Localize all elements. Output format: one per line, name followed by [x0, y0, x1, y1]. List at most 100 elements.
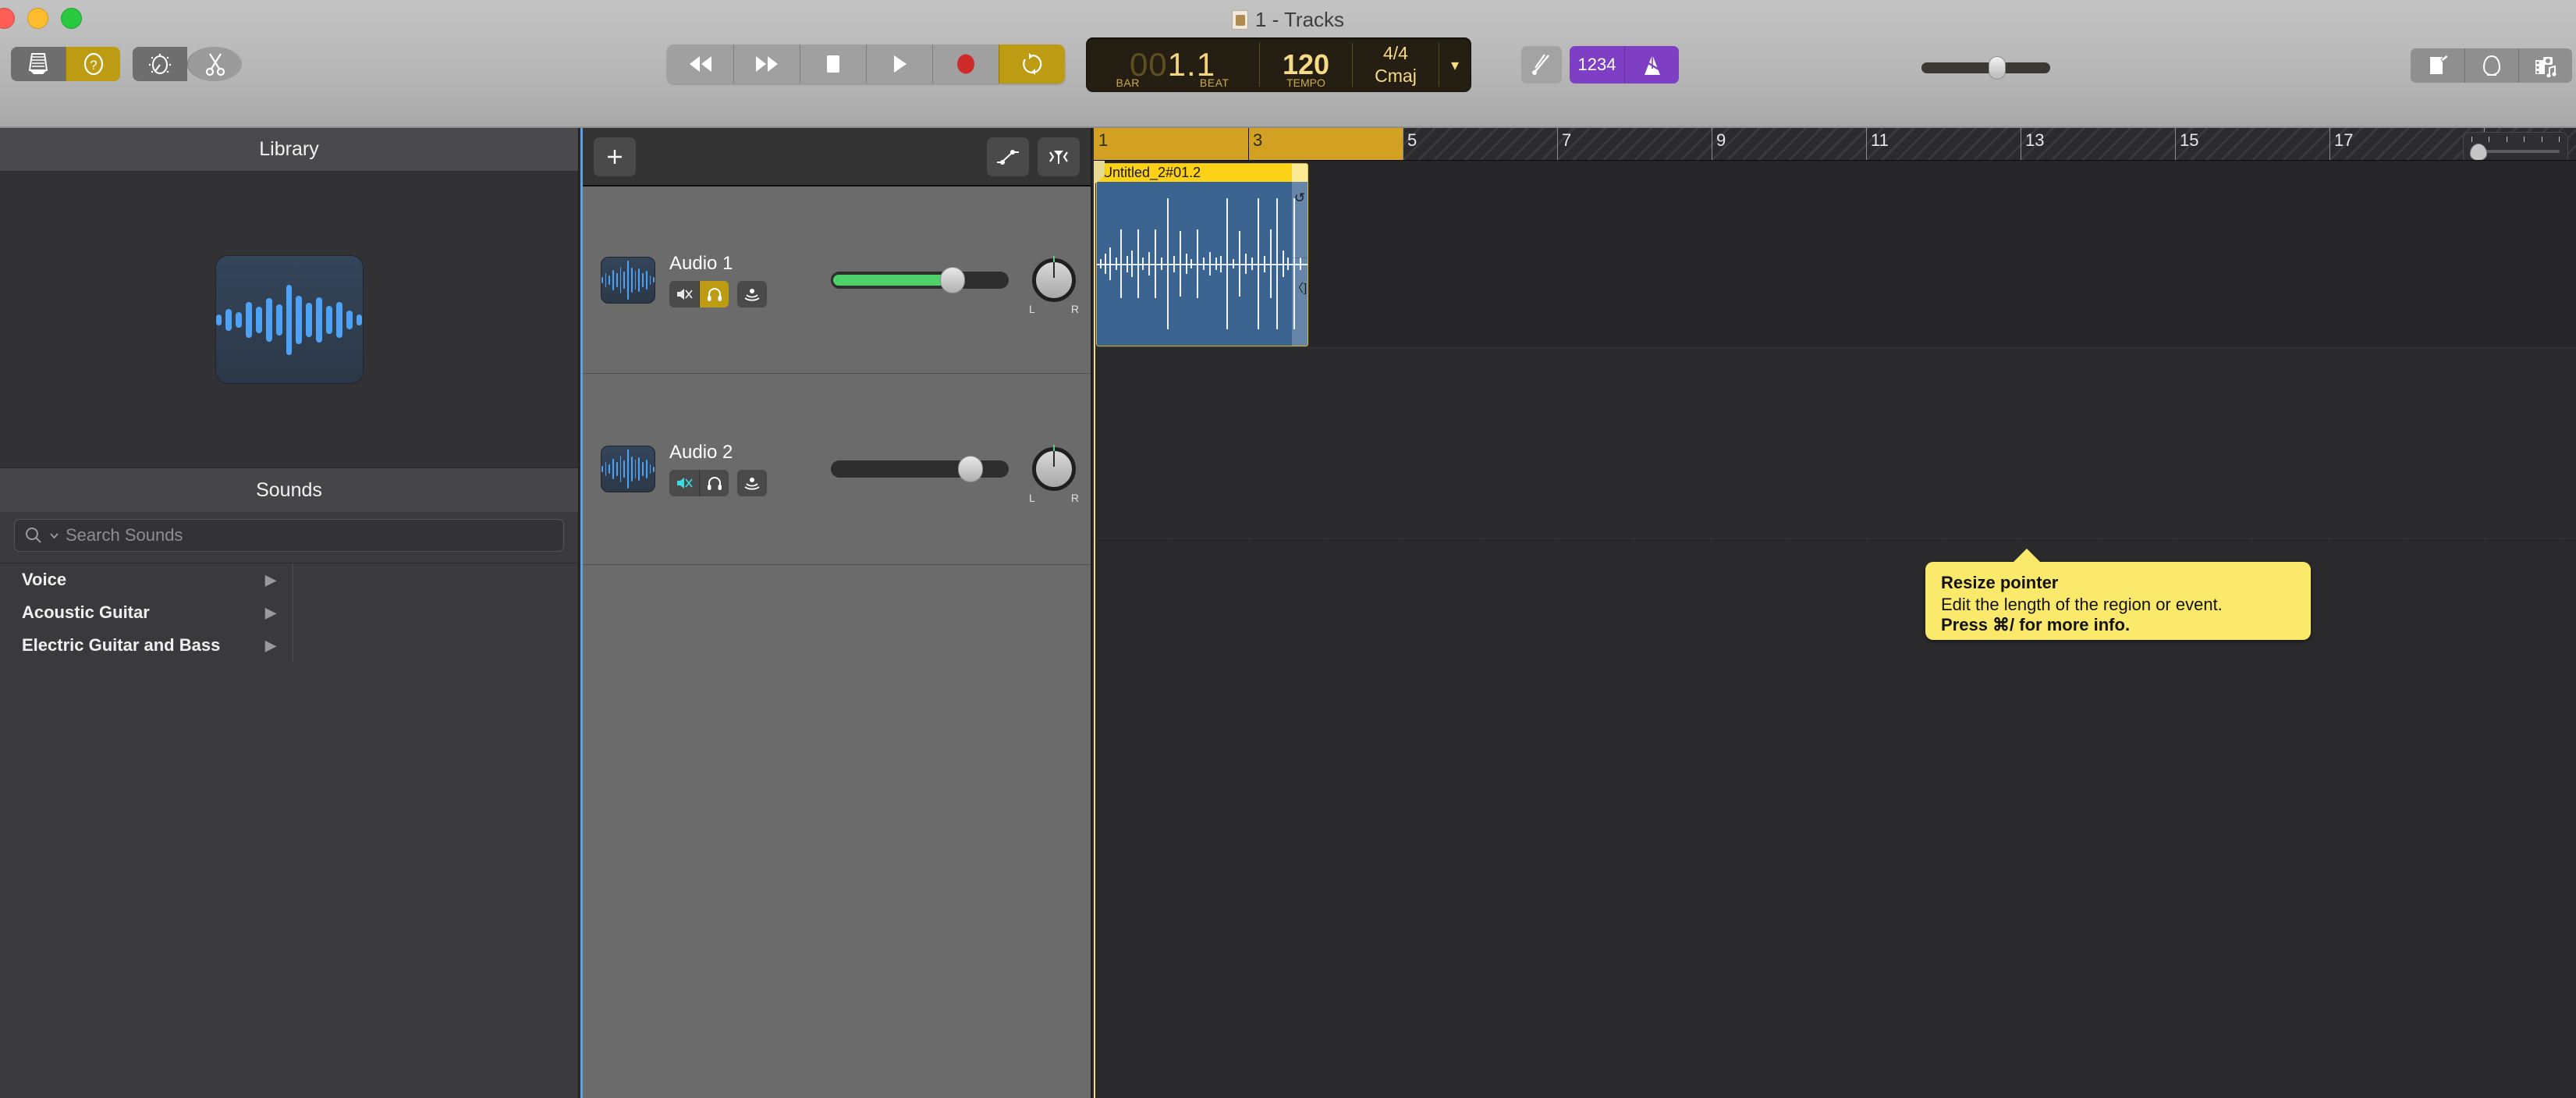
bar-number-label: 7	[1562, 130, 1572, 150]
lcd-tempo[interactable]: 120 TEMPO	[1260, 37, 1352, 92]
master-level-slider[interactable]	[1921, 56, 2050, 80]
lcd-bar-label: BAR	[1116, 76, 1140, 89]
stop-icon	[827, 55, 839, 73]
lcd-time-signature: 4/4	[1383, 43, 1408, 64]
search-sounds-box[interactable]	[14, 519, 564, 552]
count-in-button[interactable]: 1234	[1570, 46, 1624, 84]
lcd-display[interactable]: 00 1 . 1 BAR BEAT 120 TEMPO 4/4 Cmaj ▾	[1086, 37, 1471, 92]
mute-solo-pair	[669, 280, 729, 307]
volume-knob[interactable]	[958, 456, 983, 482]
automation-button[interactable]	[987, 137, 1029, 176]
pan-knob-indicator	[1053, 450, 1055, 467]
library-button[interactable]	[11, 47, 66, 81]
pan-knob-indicator	[1053, 260, 1055, 278]
sidebar-item-voice[interactable]: Voice ▶	[0, 563, 578, 596]
library-title: Library	[0, 128, 578, 172]
pan-right-label: R	[1070, 302, 1079, 315]
cycle-loop-icon	[1023, 53, 1042, 75]
lcd-chevron-down-icon[interactable]: ▾	[1439, 37, 1471, 92]
bar-line	[1557, 128, 1558, 160]
lcd-position[interactable]: 00 1 . 1 BAR BEAT	[1086, 37, 1259, 92]
window-title: 1 - Tracks	[0, 8, 2576, 32]
play-button[interactable]	[866, 44, 932, 84]
pan-right-label: R	[1070, 492, 1079, 504]
add-track-button[interactable]	[594, 137, 636, 176]
lcd-signature-key[interactable]: 4/4 Cmaj	[1353, 37, 1439, 92]
track-header-toolbar-right	[987, 137, 1080, 176]
resize-handle-icon[interactable]: 〈]〉	[1292, 279, 1308, 296]
pan-knob-audio-1[interactable]: L R	[1029, 255, 1079, 315]
cycle-button[interactable]	[999, 44, 1065, 84]
lcd-key-signature: Cmaj	[1375, 66, 1417, 86]
track-header-audio-2[interactable]: Audio 2 L R	[583, 374, 1091, 565]
record-button[interactable]	[932, 44, 999, 84]
region-name-label[interactable]: Untitled_2#01.2	[1097, 164, 1308, 182]
sidebar-item-electric-guitar-and-bass[interactable]: Electric Guitar and Bass ▶	[0, 629, 578, 662]
flex-time-button[interactable]	[1038, 137, 1080, 176]
smart-controls-button[interactable]	[133, 47, 187, 81]
bar-number-label: 3	[1253, 130, 1263, 150]
stop-button[interactable]	[800, 44, 866, 84]
scissors-button[interactable]	[187, 47, 242, 81]
lane-audio-1[interactable]: Untitled_2#01.2 ↺ 〈]	[1094, 161, 2576, 348]
chevron-down-icon[interactable]	[49, 531, 59, 541]
track-buttons	[669, 280, 821, 307]
quick-help-button[interactable]: ?	[66, 47, 120, 81]
waveform-zoom-ticks	[2471, 137, 2560, 142]
volume-knob[interactable]	[940, 266, 965, 293]
library-icon	[28, 53, 48, 74]
pan-knob-audio-2[interactable]: L R	[1029, 445, 1079, 504]
lane-audio-2[interactable]	[1094, 348, 2576, 539]
resize-pointer-tooltip: Resize pointer Edit the length of the re…	[1925, 549, 2311, 640]
garageband-window: 1 - Tracks ? 00 1 . 1 BAR BEAT 120 TEMPO…	[0, 0, 2576, 1098]
notes-button[interactable]	[2411, 48, 2464, 83]
mute-button[interactable]	[669, 470, 699, 496]
volume-slider-audio-2[interactable]	[831, 456, 1009, 482]
tracks-workspace: Audio 1 L R Audio 2 L R 1 3 5 7 9 11 13 …	[580, 128, 2576, 1098]
library-sidebar: Library Sounds Search Sounds Voice ▶ Aco…	[0, 128, 579, 1098]
region-resize-edge[interactable]: ↺ 〈]〉	[1292, 164, 1308, 346]
record-icon	[957, 54, 974, 74]
window-title-text: 1 - Tracks	[1254, 8, 1345, 31]
audio-region[interactable]: Untitled_2#01.2 ↺ 〈]	[1096, 163, 1308, 346]
loop-icon[interactable]: ↺	[1292, 190, 1308, 206]
record-enable-icon	[744, 478, 760, 490]
track-buttons	[669, 470, 821, 496]
search-sounds-input[interactable]	[66, 525, 554, 545]
waveform-zoom-slider[interactable]	[2463, 132, 2568, 160]
track-name-label[interactable]: Audio 1	[669, 253, 821, 275]
empty-lane-area[interactable]	[1094, 540, 2576, 1098]
bar-ruler[interactable]: 1 3 5 7 9 11 13 15 17 19	[1094, 128, 2576, 161]
media-browser-button[interactable]	[2518, 48, 2572, 83]
solo-button[interactable]	[699, 470, 729, 496]
forward-button[interactable]	[733, 44, 800, 84]
audio-waveform-icon	[601, 256, 655, 304]
pan-left-label: L	[1029, 492, 1035, 504]
tuner-button[interactable]	[1521, 46, 1562, 84]
pan-labels: L R	[1029, 492, 1079, 504]
tooltip-hint: Press ⌘/ for more info.	[1941, 615, 2131, 634]
playhead[interactable]	[1094, 161, 1105, 1098]
track-header-audio-1[interactable]: Audio 1 L R	[583, 187, 1091, 374]
loop-browser-button[interactable]	[2464, 48, 2518, 83]
rewind-button[interactable]	[667, 44, 733, 84]
sidebar-item-acoustic-guitar[interactable]: Acoustic Guitar ▶	[0, 596, 578, 629]
timeline-area[interactable]: 1 3 5 7 9 11 13 15 17 19	[1094, 128, 2576, 1098]
record-enable-button[interactable]	[737, 470, 767, 496]
volume-slider-audio-1[interactable]	[831, 266, 1009, 293]
flex-time-icon	[1049, 150, 1068, 164]
record-enable-button[interactable]	[737, 280, 767, 307]
metronome-button[interactable]	[1624, 46, 1679, 84]
lcd-beat-label: BEAT	[1199, 76, 1229, 89]
solo-button[interactable]	[699, 280, 729, 307]
track-name-label[interactable]: Audio 2	[669, 442, 821, 464]
tooltip-title: Resize pointer	[1941, 573, 2059, 592]
track-lanes[interactable]: Untitled_2#01.2 ↺ 〈] Resize pointer Edit…	[1094, 161, 2576, 1098]
bar-number-label: 17	[2334, 130, 2354, 150]
waveform-zoom-knob[interactable]	[2470, 144, 2487, 160]
search-icon	[26, 528, 41, 543]
master-level-knob[interactable]	[1989, 56, 2006, 80]
play-icon	[894, 55, 907, 73]
bar-number-label: 1	[1098, 130, 1109, 150]
mute-button[interactable]	[669, 280, 699, 307]
